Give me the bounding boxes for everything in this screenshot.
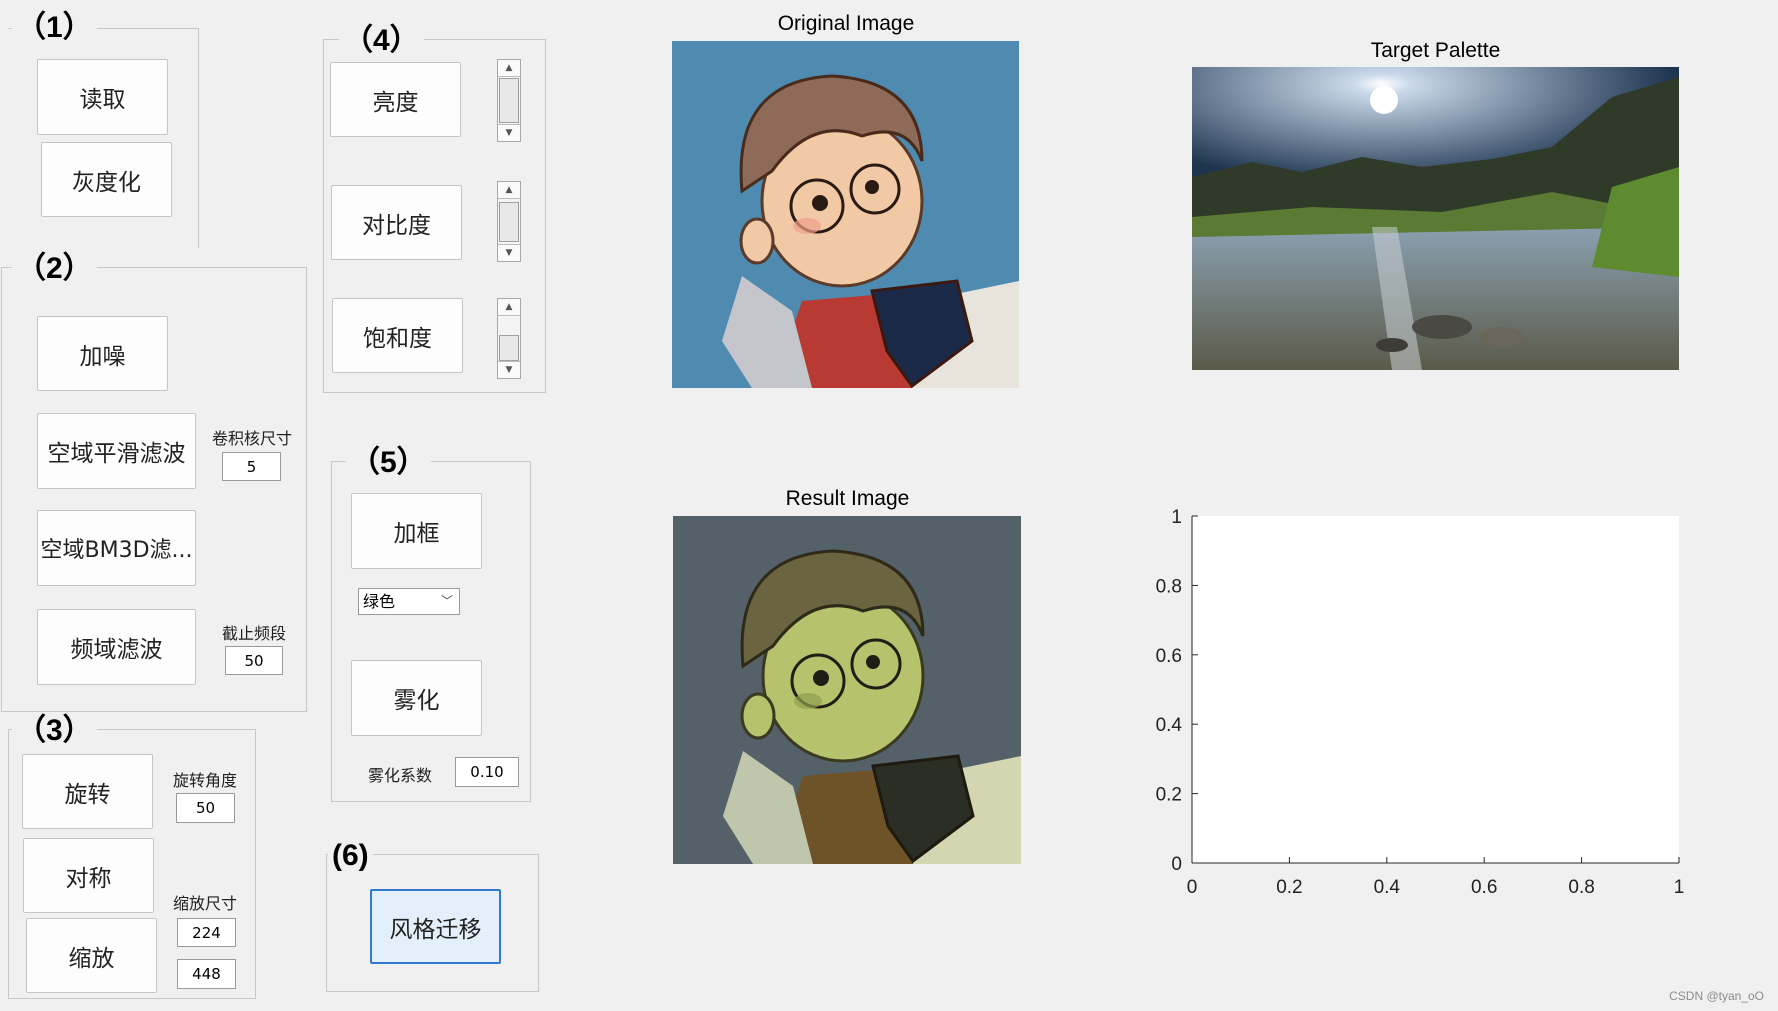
symmetry-button[interactable]: 对称 bbox=[23, 838, 154, 913]
slider-down-icon[interactable]: ▼ bbox=[498, 124, 520, 141]
fog-button[interactable]: 雾化 bbox=[351, 660, 482, 736]
slider-down-icon[interactable]: ▼ bbox=[498, 244, 520, 261]
palette-axes: 0 0.2 0.4 0.6 0.8 1 0 0.2 0.4 0.6 0.8 1 bbox=[1140, 500, 1700, 900]
slider-up-icon[interactable]: ▲ bbox=[498, 60, 520, 77]
cutoff-band-input[interactable] bbox=[225, 646, 283, 675]
cutoff-band-label: 截止频段 bbox=[222, 624, 287, 643]
rotate-angle-label: 旋转角度 bbox=[173, 771, 238, 790]
chevron-down-icon: ﹀ bbox=[440, 594, 453, 608]
y-tick-label: 0 bbox=[1171, 854, 1182, 875]
panel-1-title: （1） bbox=[12, 11, 97, 45]
brightness-button[interactable]: 亮度 bbox=[330, 62, 461, 137]
x-tick-label: 0.4 bbox=[1374, 877, 1401, 898]
frame-color-value: 绿色 bbox=[363, 592, 396, 611]
kernel-size-label: 卷积核尺寸 bbox=[212, 429, 293, 448]
axes-svg: 0 0.2 0.4 0.6 0.8 1 0 0.2 0.4 0.6 0.8 1 bbox=[1156, 507, 1685, 898]
result-image-title: Result Image bbox=[785, 487, 910, 510]
frequency-filter-button[interactable]: 频域滤波 bbox=[37, 609, 196, 685]
y-tick-label: 0.8 bbox=[1156, 576, 1182, 597]
scale-width-input[interactable] bbox=[177, 918, 236, 947]
y-tick-label: 0.6 bbox=[1156, 646, 1182, 667]
bm3d-filter-button[interactable]: 空域BM3D滤... bbox=[37, 510, 196, 586]
add-frame-button[interactable]: 加框 bbox=[351, 493, 482, 569]
plot-area bbox=[1192, 516, 1679, 863]
x-tick-label: 1 bbox=[1674, 877, 1685, 898]
target-palette-title: Target Palette bbox=[1370, 39, 1501, 62]
panel-6-title: (6) bbox=[328, 839, 373, 873]
saturation-button[interactable]: 饱和度 bbox=[332, 298, 463, 373]
read-button[interactable]: 读取 bbox=[37, 59, 168, 135]
target-palette-image bbox=[1192, 67, 1679, 370]
slider-thumb[interactable] bbox=[499, 202, 519, 242]
spatial-smooth-filter-button[interactable]: 空域平滑滤波 bbox=[37, 413, 196, 489]
slider-up-icon[interactable]: ▲ bbox=[498, 182, 520, 199]
scale-button[interactable]: 缩放 bbox=[26, 918, 157, 993]
style-transfer-button[interactable]: 风格迁移 bbox=[370, 889, 501, 964]
slider-thumb[interactable] bbox=[499, 335, 519, 361]
rotate-button[interactable]: 旋转 bbox=[22, 754, 153, 829]
watermark: CSDN @tyan_oO bbox=[1669, 989, 1764, 1003]
saturation-slider[interactable]: ▲ ▼ bbox=[497, 298, 521, 379]
brightness-slider[interactable]: ▲ ▼ bbox=[497, 59, 521, 142]
original-image-title: Original Image bbox=[777, 12, 915, 35]
kernel-size-input[interactable] bbox=[222, 452, 281, 481]
slider-thumb[interactable] bbox=[499, 78, 519, 123]
slider-down-icon[interactable]: ▼ bbox=[498, 361, 520, 378]
contrast-slider[interactable]: ▲ ▼ bbox=[497, 181, 521, 262]
add-noise-button[interactable]: 加噪 bbox=[37, 316, 168, 391]
panel-5-title: （5） bbox=[346, 446, 431, 480]
y-tick-label: 1 bbox=[1171, 507, 1182, 528]
scale-size-label: 缩放尺寸 bbox=[173, 894, 238, 913]
slider-up-icon[interactable]: ▲ bbox=[498, 299, 520, 316]
rotate-angle-input[interactable] bbox=[176, 793, 235, 823]
x-tick-label: 0.2 bbox=[1276, 877, 1302, 898]
x-tick-label: 0.8 bbox=[1568, 877, 1594, 898]
x-tick-label: 0 bbox=[1187, 877, 1198, 898]
fog-coefficient-label: 雾化系数 bbox=[368, 766, 433, 785]
y-tick-label: 0.2 bbox=[1156, 785, 1182, 806]
panel-2-title: （2） bbox=[12, 252, 97, 286]
scale-height-input[interactable] bbox=[177, 959, 236, 989]
result-image bbox=[673, 516, 1021, 864]
contrast-button[interactable]: 对比度 bbox=[331, 185, 462, 260]
fog-coefficient-input[interactable] bbox=[455, 757, 519, 787]
y-tick-label: 0.4 bbox=[1156, 715, 1183, 736]
x-tick-label: 0.6 bbox=[1471, 877, 1497, 898]
panel-4-title: （4） bbox=[339, 24, 424, 58]
frame-color-select[interactable]: 绿色 ﹀ bbox=[358, 588, 460, 615]
original-image bbox=[672, 41, 1019, 388]
panel-3-title: （3） bbox=[12, 714, 97, 748]
grayscale-button[interactable]: 灰度化 bbox=[41, 142, 172, 217]
